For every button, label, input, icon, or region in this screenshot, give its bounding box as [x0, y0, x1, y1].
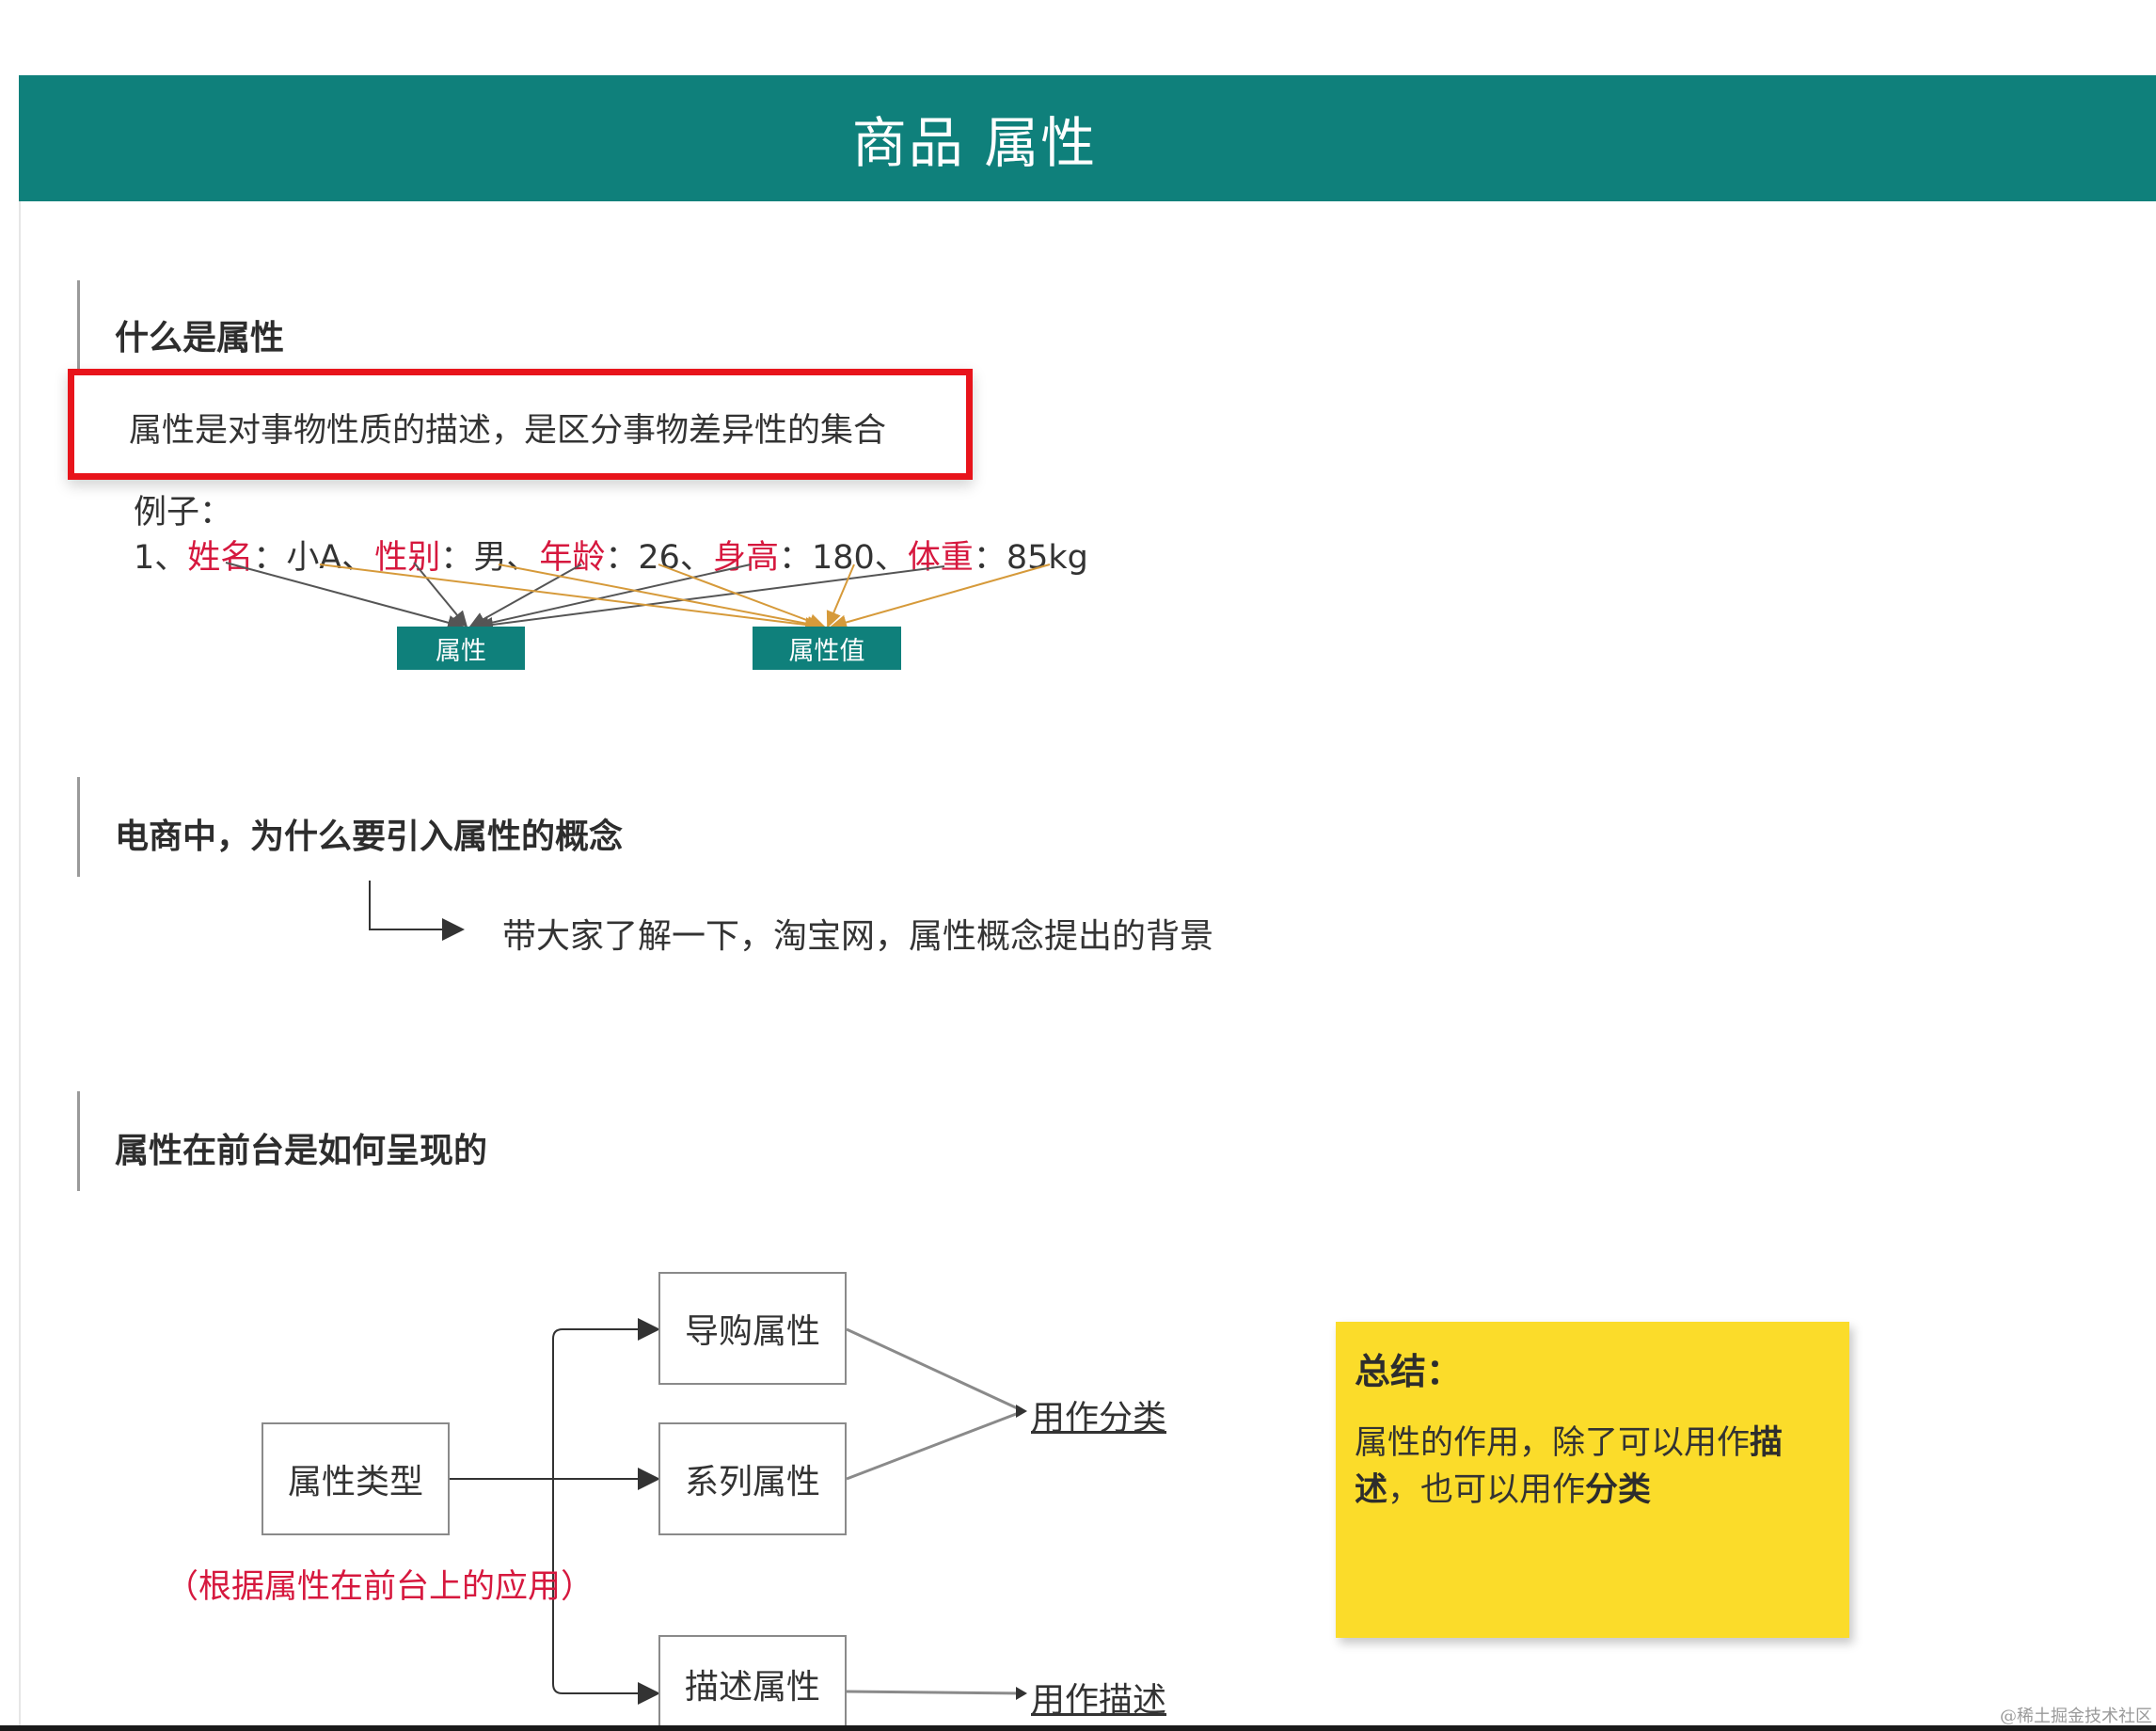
section-title-why-attributes: 电商中，为什么要引入属性的概念 [115, 818, 624, 856]
summary-title: 总结： [1355, 1351, 1463, 1392]
link-weight-value [830, 564, 1051, 630]
summary-text-2: ，也可以用作 [1387, 1471, 1586, 1509]
link-describe-use [846, 1690, 1024, 1695]
tag-attribute: 属性 [397, 627, 525, 670]
summary-note: 总结： 属性的作用，除了可以用作描述，也可以用作分类 [1336, 1322, 1849, 1638]
node-attribute-type: 属性类型 [262, 1422, 450, 1535]
link-name-attr [225, 562, 465, 630]
node-series-attribute: 系列属性 [658, 1422, 847, 1535]
link-weight-attr [476, 565, 945, 632]
section-marker [77, 777, 80, 877]
tree-trunk [552, 1328, 563, 1694]
node-guide-attribute: 导购属性 [658, 1272, 847, 1385]
background-text: 带大家了解一下，淘宝网，属性概念提出的背景 [502, 917, 1214, 956]
summary-text-1: 属性的作用，除了可以用作 [1355, 1424, 1751, 1462]
background-elbow-arrow [369, 881, 465, 941]
tag-attribute-value: 属性值 [753, 627, 901, 670]
link-height-attr [472, 564, 752, 631]
node-describe-attribute: 描述属性 [658, 1635, 847, 1731]
link-guide-classify [846, 1327, 1024, 1413]
link-name-value [319, 564, 822, 632]
summary-bold-classify: 分类 [1585, 1471, 1652, 1509]
bottom-bar [0, 1725, 2156, 1731]
link-height-value [826, 564, 855, 628]
link-series-classify [846, 1409, 1024, 1481]
use-describe-label: 用作描述 [1031, 1681, 1167, 1720]
watermark: @稀土掘金技术社区 [2000, 1707, 2152, 1726]
link-gender-attr [413, 562, 468, 628]
section-title-frontend-presentation: 属性在前台是如何呈现的 [115, 1132, 488, 1170]
section-marker [77, 1091, 80, 1191]
attribute-type-note: （根据属性在前台上的应用） [166, 1568, 594, 1606]
use-classify-label: 用作分类 [1031, 1399, 1167, 1437]
summary-body: 属性的作用，除了可以用作描述，也可以用作分类 [1355, 1420, 1806, 1514]
